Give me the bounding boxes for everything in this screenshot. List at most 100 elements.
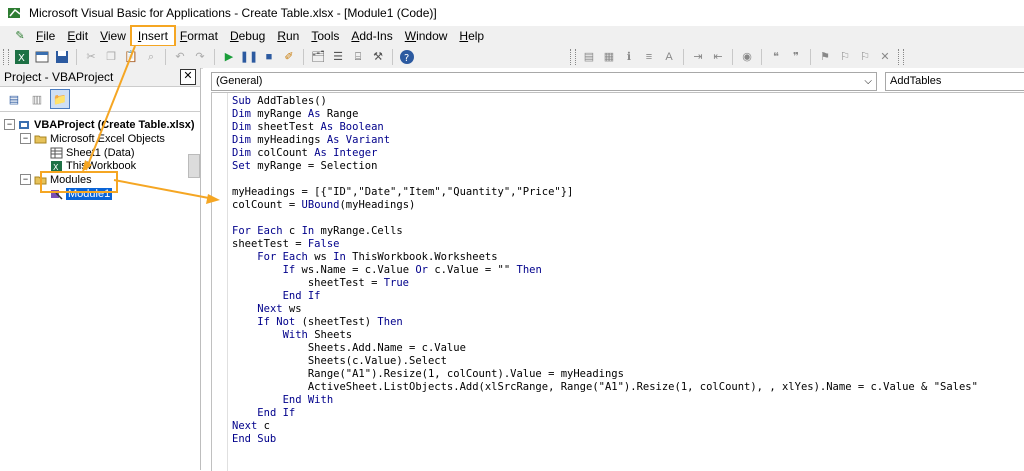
clear-bookmarks-icon[interactable]: ✕ <box>877 49 893 65</box>
code-line[interactable]: If Not (sheetTest) Then <box>232 316 978 329</box>
code-line[interactable]: If ws.Name = c.Value Or c.Value = "" The… <box>232 264 978 277</box>
redo-icon[interactable]: ↷ <box>192 49 208 65</box>
menu-item-help[interactable]: Help <box>453 27 490 45</box>
toolbar-grip[interactable] <box>570 49 576 65</box>
code-line[interactable]: Range("A1").Resize(1, colCount).Value = … <box>232 368 978 381</box>
code-line[interactable]: End If <box>232 290 978 303</box>
copy-icon[interactable]: ❐ <box>103 49 119 65</box>
menu-mnemonic: V <box>100 29 108 43</box>
toggle-bookmark-icon[interactable]: ⚑ <box>817 49 833 65</box>
tree-item-sheet1[interactable]: Sheet1 (Data) <box>50 146 134 159</box>
code-line[interactable] <box>232 173 978 186</box>
toolbox-icon[interactable]: ⚒ <box>370 49 386 65</box>
toggle-breakpoint-icon[interactable]: ◉ <box>739 49 755 65</box>
project-explorer-icon[interactable]: 🗂 <box>310 49 326 65</box>
code-line[interactable]: Sheets.Add.Name = c.Value <box>232 342 978 355</box>
toggle-folders-icon[interactable]: 📁 <box>50 89 70 109</box>
code-line[interactable]: For Each ws In ThisWorkbook.Worksheets <box>232 251 978 264</box>
properties-icon[interactable]: ☰ <box>330 49 346 65</box>
reset-icon[interactable]: ■ <box>261 49 277 65</box>
menu-item-window[interactable]: Window <box>399 27 454 45</box>
code-line[interactable]: Sheets(c.Value).Select <box>232 355 978 368</box>
code-line[interactable]: Sub AddTables() <box>232 95 978 108</box>
code-gutter[interactable] <box>212 93 228 471</box>
menu-item-run[interactable]: Run <box>271 27 305 45</box>
code-line[interactable]: For Each c In myRange.Cells <box>232 225 978 238</box>
menu-item-file[interactable]: File <box>30 27 61 45</box>
menu-item-debug[interactable]: Debug <box>224 27 271 45</box>
insert-userform-icon[interactable] <box>34 49 50 65</box>
chevron-down-icon[interactable]: ⌵ <box>864 73 872 90</box>
code-line[interactable]: End Sub <box>232 433 978 446</box>
code-line[interactable]: End With <box>232 394 978 407</box>
collapse-icon[interactable]: − <box>20 174 31 185</box>
list-properties-icon[interactable]: ▤ <box>581 49 597 65</box>
next-bookmark-icon[interactable]: ⚐ <box>837 49 853 65</box>
run-icon[interactable]: ▶ <box>221 49 237 65</box>
tree-item-vbaproject[interactable]: − VBAProject (Create Table.xlsx) <box>4 118 195 131</box>
code-line[interactable]: myHeadings = [{"ID","Date","Item","Quant… <box>232 186 978 199</box>
code-line[interactable] <box>232 212 978 225</box>
code-window: (General) ⌵ AddTables Sub AddTables() Dim… <box>203 68 1024 471</box>
code-line[interactable]: Next ws <box>232 303 978 316</box>
tree-item-excel-objects[interactable]: − Microsoft Excel Objects <box>20 132 165 145</box>
view-code-icon[interactable]: ▤ <box>4 89 24 109</box>
toolbar-grip[interactable] <box>3 49 9 65</box>
code-line[interactable]: ActiveSheet.ListObjects.Add(xlSrcRange, … <box>232 381 978 394</box>
design-mode-icon[interactable]: ✐ <box>281 49 297 65</box>
help-icon[interactable]: ? <box>399 49 415 65</box>
code-line[interactable]: Dim myRange As Range <box>232 108 978 121</box>
cut-icon[interactable]: ✂ <box>83 49 99 65</box>
menu-item-add-ins[interactable]: Add-Ins <box>345 27 398 45</box>
menu-bar: ✎ File Edit View Insert Format Debug Run Tools A… <box>0 25 1024 47</box>
break-icon[interactable]: ❚❚ <box>240 49 258 65</box>
list-constants-icon[interactable]: ▦ <box>601 49 617 65</box>
comment-block-icon[interactable]: ❝ <box>768 49 784 65</box>
code-line[interactable]: Next c <box>232 420 978 433</box>
code-line[interactable]: With Sheets <box>232 329 978 342</box>
object-dropdown[interactable]: (General) ⌵ <box>211 72 877 91</box>
save-icon[interactable] <box>54 49 70 65</box>
parameter-info-icon[interactable]: ≡ <box>641 49 657 65</box>
project-explorer-header: Project - VBAProject ✕ <box>0 68 200 87</box>
view-object-icon[interactable]: ▥ <box>27 89 47 109</box>
procedure-dropdown[interactable]: AddTables <box>885 72 1024 91</box>
code-line[interactable]: sheetTest = True <box>232 277 978 290</box>
code-editor[interactable]: Sub AddTables() Dim myRange As Range Dim s… <box>211 92 1024 471</box>
quick-info-icon[interactable]: ℹ <box>621 49 637 65</box>
toolbar-grip[interactable] <box>898 49 904 65</box>
prev-bookmark-icon[interactable]: ⚐ <box>857 49 873 65</box>
close-icon[interactable]: ✕ <box>180 69 196 85</box>
code-line[interactable]: colCount = UBound(myHeadings) <box>232 199 978 212</box>
paste-icon[interactable]: 📋 <box>123 49 139 65</box>
code-line[interactable]: Set myRange = Selection <box>232 160 978 173</box>
complete-word-icon[interactable]: A <box>661 49 677 65</box>
undo-icon[interactable]: ↶ <box>172 49 188 65</box>
code-token: myRange = Selection <box>257 160 378 172</box>
menu-item-insert[interactable]: Insert <box>129 25 176 47</box>
menu-item-view[interactable]: View <box>94 27 132 45</box>
outdent-icon[interactable]: ⇤ <box>710 49 726 65</box>
object-browser-icon[interactable]: ⌸ <box>350 49 366 65</box>
code-line[interactable]: Dim colCount As Integer <box>232 147 978 160</box>
find-icon[interactable]: ⌕ <box>143 49 159 65</box>
collapse-icon[interactable]: − <box>20 133 31 144</box>
collapse-icon[interactable]: − <box>4 119 15 130</box>
code-line[interactable]: sheetTest = False <box>232 238 978 251</box>
indent-icon[interactable]: ⇥ <box>690 49 706 65</box>
view-excel-icon[interactable]: X <box>14 49 30 65</box>
svg-text:X: X <box>18 53 25 64</box>
uncomment-block-icon[interactable]: ❞ <box>788 49 804 65</box>
menu-mnemonic: W <box>404 29 417 43</box>
menu-item-tools[interactable]: Tools <box>305 27 345 45</box>
code-line[interactable]: Dim sheetTest As Boolean <box>232 121 978 134</box>
menu-item-edit[interactable]: Edit <box>61 27 94 45</box>
menu-item-format[interactable]: Format <box>174 27 224 45</box>
code-token: Sheets.Add.Name = c.Value <box>232 342 466 354</box>
excel-menu-icon[interactable]: ✎ <box>12 28 28 44</box>
code-line[interactable]: Dim myHeadings As Variant <box>232 134 978 147</box>
code-text[interactable]: Sub AddTables() Dim myRange As Range Dim s… <box>232 95 978 446</box>
panel-scroll-button[interactable] <box>188 154 200 178</box>
code-token: colCount <box>257 147 315 159</box>
code-line[interactable]: End If <box>232 407 978 420</box>
